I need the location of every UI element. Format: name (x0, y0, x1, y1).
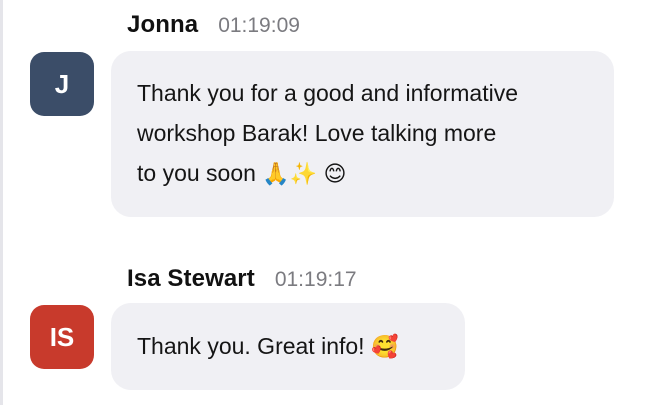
message-text-line: Thank you for a good and informative (137, 80, 519, 106)
sparkles-emoji: ✨ (289, 162, 318, 187)
smiling-face-with-hearts-emoji: 🥰 (370, 335, 399, 360)
chat-thread: Jonna 01:19:09 J Thank you for a good an… (0, 0, 645, 405)
avatar[interactable]: IS (30, 305, 94, 369)
message-text: to you soon (137, 160, 256, 186)
thread-divider (0, 0, 3, 405)
message-text: Thank you. Great info! (137, 333, 365, 359)
message-header: Isa Stewart 01:19:17 (127, 265, 357, 293)
message-header: Jonna 01:19:09 (127, 11, 300, 39)
message-bubble[interactable]: Thank you for a good and informative wor… (111, 51, 614, 217)
avatar-initials: IS (49, 321, 75, 352)
message-text-line: workshop Barak! Love talking more (137, 120, 497, 146)
message-timestamp: 01:19:09 (218, 14, 300, 37)
folded-hands-emoji: 🙏 (262, 162, 290, 187)
avatar[interactable]: J (30, 52, 94, 116)
sender-name[interactable]: Jonna (127, 11, 198, 39)
message-text-line: to you soon 🙏✨ 😊 (137, 153, 590, 195)
sender-name[interactable]: Isa Stewart (127, 265, 255, 293)
message-timestamp: 01:19:17 (274, 268, 357, 291)
avatar-initials: J (54, 68, 70, 99)
message-bubble[interactable]: Thank you. Great info! 🥰 (111, 303, 465, 390)
smiling-face-emoji: 😊 (323, 162, 347, 187)
